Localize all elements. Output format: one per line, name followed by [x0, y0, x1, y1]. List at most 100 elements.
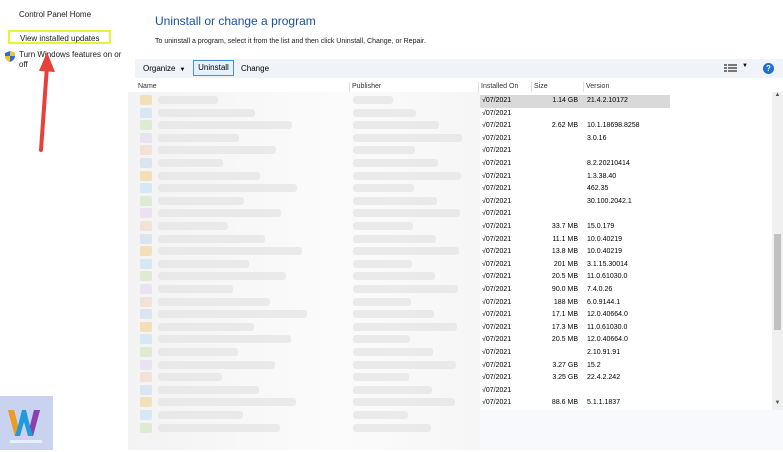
scroll-up-icon[interactable]: ▲ [772, 92, 783, 102]
change-button[interactable]: Change [241, 62, 269, 76]
column-header-version[interactable]: Version [586, 82, 609, 92]
blurred-publisher [353, 360, 456, 369]
blurred-app-icon [140, 410, 152, 420]
table-row[interactable]: √07/2021 8.2.20210414 [480, 158, 670, 171]
scrollbar-thumb[interactable] [774, 234, 781, 330]
table-row[interactable]: √07/2021 88.6 MB 5.1.1.1837 [480, 397, 670, 410]
installed-on-cell: √07/2021 [482, 97, 512, 104]
table-row[interactable]: √07/2021 2.62 MB 10.1.18698.8258 [480, 120, 670, 133]
table-row[interactable]: √07/2021 1.14 GB 21.4.2.10172 [480, 95, 670, 108]
installed-on-cell: √07/2021 [482, 349, 512, 356]
table-row[interactable]: √07/2021 201 MB 3.1.15.30014 [480, 259, 670, 272]
blurred-name [158, 335, 291, 344]
installed-on-cell: √07/2021 [482, 197, 512, 205]
version-cell: 22.4.2.242 [587, 374, 621, 382]
column-divider[interactable] [478, 82, 479, 92]
table-row[interactable]: √07/2021 13.8 MB 10.0.40219 [480, 246, 670, 259]
size-cell: 17.1 MB [551, 311, 578, 319]
column-divider[interactable] [349, 82, 350, 92]
table-row[interactable]: √07/2021 [480, 208, 670, 221]
table-row[interactable]: √07/2021 90.0 MB 7.4.0.26 [480, 284, 670, 297]
view-installed-updates-link[interactable]: View installed updates [8, 30, 111, 44]
control-panel-home-link[interactable]: Control Panel Home [19, 10, 91, 19]
blurred-publisher [353, 310, 434, 319]
blurred-app-icon [140, 107, 152, 118]
table-row[interactable]: √07/2021 11.1 MB 10.0.40219 [480, 234, 670, 247]
column-header-publisher[interactable]: Publisher [352, 82, 381, 92]
w-logo-icon [0, 396, 53, 450]
scroll-down-icon[interactable]: ▼ [772, 400, 783, 410]
version-cell: 10.1.18698.8258 [587, 122, 640, 130]
version-cell: 12.0.40664.0 [587, 311, 628, 319]
blurred-name [158, 108, 255, 117]
size-cell: 201 MB [553, 260, 578, 268]
version-cell: 11.0.61030.0 [587, 273, 628, 281]
blurred-name [158, 222, 228, 230]
table-row[interactable]: √07/2021 3.25 GB 22.4.2.242 [480, 372, 670, 385]
blurred-publisher [353, 373, 409, 382]
page-instructions: To uninstall a program, select it from t… [155, 38, 426, 45]
blurred-app-icon [140, 296, 152, 307]
table-row[interactable]: √07/2021 2.10.91.91 [480, 347, 670, 360]
column-divider[interactable] [583, 82, 584, 92]
blurred-publisher [353, 285, 458, 293]
table-row[interactable]: √07/2021 [480, 108, 670, 121]
table-row[interactable]: √07/2021 3.0.16 [480, 133, 670, 146]
list-empty-area [680, 92, 772, 410]
column-header-size[interactable]: Size [534, 82, 548, 92]
view-installed-updates-label: View installed updates [20, 34, 100, 43]
blurred-publisher [353, 348, 433, 356]
table-row[interactable]: √07/2021 [480, 385, 670, 398]
table-row[interactable]: √07/2021 20.5 MB 12.0.40664.0 [480, 334, 670, 347]
size-cell: 3.25 GB [552, 374, 578, 382]
help-icon[interactable]: ? [763, 63, 774, 74]
table-row[interactable]: √07/2021 20.5 MB 11.0.61030.0 [480, 271, 670, 284]
table-row[interactable]: √07/2021 462.35 [480, 183, 670, 196]
blurred-app-icon [140, 233, 152, 244]
installed-on-cell: √07/2021 [482, 160, 512, 167]
table-row[interactable]: √07/2021 1.3.38.40 [480, 171, 670, 184]
size-cell: 20.5 MB [551, 273, 578, 281]
blurred-app-icon [140, 95, 152, 105]
table-row[interactable]: √07/2021 188 MB 6.0.9144.1 [480, 297, 670, 310]
version-cell: 3.0.16 [587, 134, 607, 142]
column-divider[interactable] [531, 82, 532, 92]
size-cell: 13.8 MB [551, 248, 578, 256]
table-row[interactable]: √07/2021 30.100.2042.1 [480, 196, 670, 209]
table-row[interactable]: √07/2021 [480, 145, 670, 158]
table-row[interactable]: √07/2021 33.7 MB 15.0.179 [480, 221, 670, 234]
installed-on-cell: √07/2021 [482, 210, 512, 218]
organize-button[interactable]: Organize ▼ [143, 62, 185, 76]
blurred-name [158, 196, 244, 205]
installed-on-cell: √07/2021 [482, 223, 512, 230]
blurred-app-icon [140, 183, 152, 194]
blurred-publisher [353, 234, 436, 243]
version-cell: 7.4.0.26 [587, 286, 613, 293]
column-header-name[interactable]: Name [138, 82, 157, 92]
blurred-app-icon [140, 208, 152, 219]
table-row[interactable]: √07/2021 17.1 MB 12.0.40664.0 [480, 309, 670, 322]
version-cell: 21.4.2.10172 [587, 97, 628, 104]
blurred-name [158, 322, 254, 331]
blurred-name [158, 184, 297, 193]
column-header-installed-on[interactable]: Installed On [481, 82, 518, 92]
blurred-name [158, 133, 239, 142]
page-title: Uninstall or change a program [155, 14, 316, 28]
table-row[interactable]: √07/2021 17.3 MB 11.0.61030.0 [480, 322, 670, 335]
uninstall-button[interactable]: Uninstall [193, 60, 234, 76]
installed-on-cell: √07/2021 [482, 109, 512, 117]
table-row[interactable]: √07/2021 3.27 GB 15.2 [480, 360, 670, 373]
blurred-app-icon [140, 384, 152, 395]
blurred-name [158, 146, 276, 155]
size-cell: 11.1 MB [552, 235, 578, 243]
blurred-app-icon [140, 246, 152, 257]
installed-on-cell: √07/2021 [482, 122, 512, 130]
blurred-app-icon [140, 422, 152, 433]
watermark-logo [0, 396, 53, 450]
size-cell: 20.5 MB [551, 336, 578, 344]
view-options-icon[interactable] [724, 63, 738, 73]
blurred-name [158, 171, 260, 180]
blurred-publisher [353, 96, 393, 104]
size-cell: 3.27 GB [552, 361, 578, 369]
view-options-chevron-icon[interactable]: ▼ [742, 63, 748, 69]
